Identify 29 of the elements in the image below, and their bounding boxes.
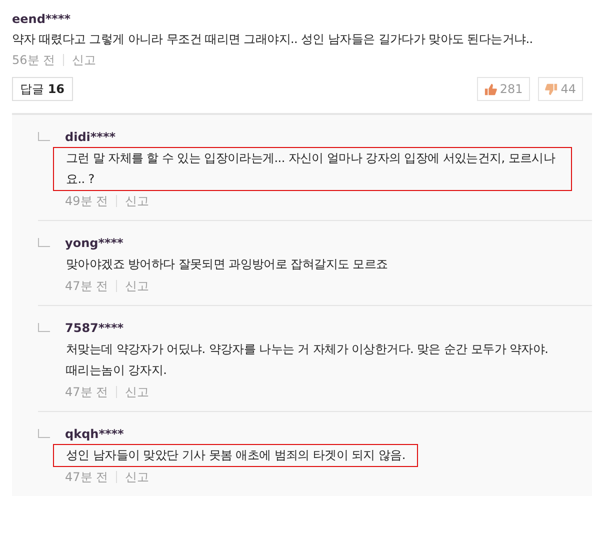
username[interactable]: didi**** xyxy=(65,128,572,146)
username[interactable]: yong**** xyxy=(65,234,572,252)
timestamp: 47분 전 xyxy=(65,469,108,486)
report-link[interactable]: 신고 xyxy=(116,280,150,292)
username[interactable]: eend**** xyxy=(12,10,583,28)
reply-corner-icon xyxy=(38,238,50,247)
report-link[interactable]: 신고 xyxy=(116,386,150,398)
dislike-button[interactable]: 44 xyxy=(538,77,583,101)
comment-text: 처맞는데 약강자가 어딨냐. 약강자를 나누는 거 자체가 이상한거다. 맞은 순간 모두가 약자야. 때리는놈이 강자지. xyxy=(65,341,550,379)
thumbs-down-icon xyxy=(544,82,558,96)
comment-text: 맞아야겠죠 방어하다 잘못되면 과잉방어로 잡혀갈지도 모르죠 xyxy=(65,256,389,273)
timestamp: 56분 전 xyxy=(12,52,56,69)
report-link[interactable]: 신고 xyxy=(63,54,96,66)
like-button[interactable]: 281 xyxy=(476,77,530,101)
comment-text: 성인 남자들이 맞았단 기사 못봄 애초에 범죄의 타겟이 되지 않음. xyxy=(53,444,418,467)
reply-corner-icon xyxy=(38,132,50,141)
username[interactable]: qkqh**** xyxy=(65,425,572,443)
report-link[interactable]: 신고 xyxy=(116,195,150,207)
report-link[interactable]: 신고 xyxy=(116,471,150,483)
comment-text: 약자 때렸다고 그렇게 아니라 무조건 때리면 그래야지.. 성인 남자들은 길가다가 맞아도 된다는거냐.. xyxy=(12,31,534,48)
timestamp: 49분 전 xyxy=(65,193,108,210)
username[interactable]: 7587**** xyxy=(65,319,572,337)
reply-corner-icon xyxy=(38,323,50,332)
thumbs-up-icon xyxy=(484,82,497,96)
comment-text: 그런 말 자체를 할 수 있는 입장이라는게... 자신이 얼마나 강자의 입장에 서있는건지, 모르시나요.. ? xyxy=(53,147,572,191)
timestamp: 47분 전 xyxy=(65,278,108,295)
timestamp: 47분 전 xyxy=(65,384,108,401)
reply-button[interactable]: 답글 16 xyxy=(12,77,73,101)
reply-corner-icon xyxy=(38,429,50,438)
